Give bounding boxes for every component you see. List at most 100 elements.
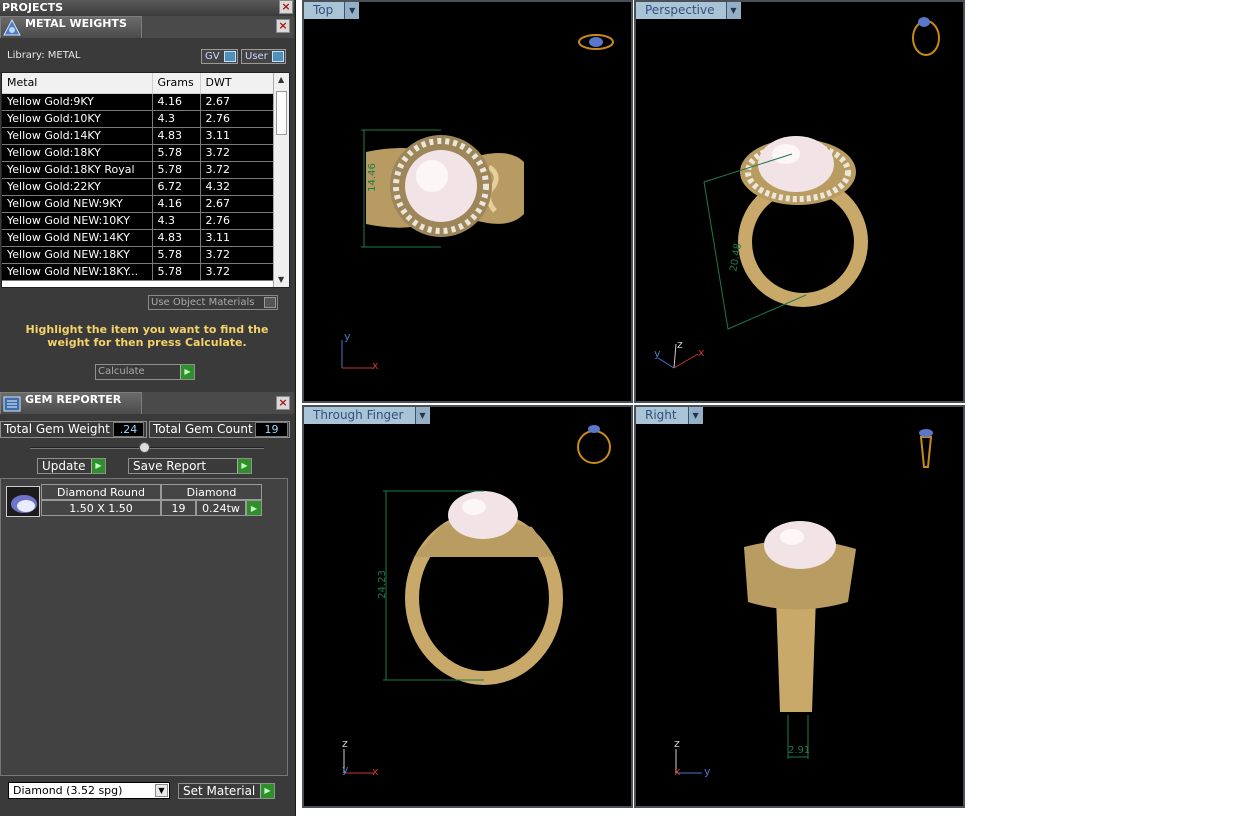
metal-table-row[interactable]: Yellow Gold:22KY 6.72 4.32 — [2, 178, 274, 196]
chevron-down-icon[interactable]: ▼ — [344, 2, 360, 19]
projects-title: PROJECTS — [2, 1, 63, 14]
metal-cell-dwt: 3.11 — [200, 229, 274, 247]
calculate-label: Calculate — [98, 366, 145, 377]
chevron-down-icon[interactable]: ▼ — [725, 2, 741, 19]
gem-slider-handle[interactable] — [139, 442, 150, 453]
metal-cell-grams: 4.3 — [152, 212, 201, 230]
user-toggle[interactable]: User — [241, 49, 286, 64]
scroll-down-icon[interactable]: ▼ — [278, 275, 284, 284]
use-object-materials-checkbox[interactable]: Use Object Materials — [148, 295, 278, 310]
metal-table-scrollbar[interactable]: ▲ ▼ — [273, 73, 289, 287]
set-material-label: Set Material — [183, 784, 256, 798]
gem-count-cell[interactable]: 19 — [161, 500, 196, 516]
metal-table-row[interactable]: Yellow Gold:9KY 4.16 2.67 — [2, 93, 274, 111]
set-material-button[interactable]: Set Material ▶ — [178, 783, 275, 799]
metal-table-row[interactable]: Yellow Gold:14KY 4.83 3.11 — [2, 127, 274, 145]
metal-table-header: Metal Grams DWT — [2, 73, 274, 94]
column-dwt[interactable]: DWT — [200, 73, 274, 94]
metal-cell-metal: Yellow Gold NEW:14KY — [2, 229, 153, 247]
gv-toggle[interactable]: GV — [201, 49, 238, 64]
metal-table-row[interactable]: Yellow Gold NEW:14KY 4.83 3.11 — [2, 229, 274, 247]
viewport-right[interactable]: 2.91 z y x Right ▼ — [634, 405, 965, 808]
gem-shape-cell[interactable]: Diamond Round — [41, 484, 161, 500]
axis-x-label: x — [674, 765, 681, 778]
gem-type-cell[interactable]: Diamond — [161, 484, 262, 500]
metal-table-row[interactable]: Yellow Gold:18KY Royal 5.78 3.72 — [2, 161, 274, 179]
gv-toggle-knob — [224, 51, 236, 62]
projects-titlebar: PROJECTS — [0, 0, 294, 16]
viewport-right-title: Right — [645, 408, 677, 422]
scrollbar-thumb[interactable] — [276, 91, 287, 135]
calculate-button[interactable]: Calculate ▶ — [95, 364, 195, 380]
metal-table-row[interactable]: Yellow Gold:10KY 4.3 2.76 — [2, 110, 274, 128]
gv-toggle-label: GV — [205, 51, 220, 62]
viewport-top-title: Top — [313, 3, 334, 17]
total-gem-count-label: Total Gem Count — [153, 422, 253, 436]
column-grams[interactable]: Grams — [152, 73, 201, 94]
axis-y-label: y — [704, 765, 711, 778]
viewport-perspective-label[interactable]: Perspective ▼ — [636, 2, 741, 19]
axis-y-label: y — [344, 330, 351, 343]
metal-cell-metal: Yellow Gold NEW:9KY — [2, 195, 153, 213]
metal-table-row[interactable]: Yellow Gold NEW:18KY... 5.78 3.72 — [2, 263, 274, 281]
gem-reporter-icon — [3, 396, 21, 412]
calculate-hint: Highlight the item you want to find the … — [25, 323, 269, 349]
viewport-right-label[interactable]: Right ▼ — [636, 407, 703, 424]
close-gem-reporter-button[interactable]: × — [276, 396, 290, 410]
close-metal-weights-button[interactable]: × — [276, 19, 290, 33]
play-icon: ▶ — [260, 784, 274, 798]
viewport-top[interactable]: 14.46 y x Top ▼ — [302, 0, 633, 403]
perspective-ring-icon — [912, 17, 940, 56]
metal-weights-icon — [3, 19, 21, 36]
right-view-ring-icon — [919, 429, 933, 468]
axis-z-label: z — [342, 737, 348, 750]
chevron-down-icon[interactable]: ▼ — [414, 407, 430, 424]
metal-cell-dwt: 3.72 — [200, 263, 274, 281]
viewport-through-finger-label[interactable]: Through Finger ▼ — [304, 407, 430, 424]
gem-go-icon[interactable]: ▶ — [246, 500, 262, 516]
metal-weights-title: METAL WEIGHTS — [25, 17, 127, 30]
axis-x-label: x — [372, 359, 379, 372]
user-toggle-knob — [272, 51, 284, 62]
metal-weights-tab[interactable]: METAL WEIGHTS — [0, 16, 142, 38]
dimension-label: 2.91 — [788, 745, 811, 756]
total-gem-weight-value: .24 — [113, 422, 144, 437]
viewport-through-finger[interactable]: 24.23 z y x Through Finger ▼ — [302, 405, 633, 808]
perspective-view-render — [657, 17, 940, 369]
metal-cell-dwt: 4.32 — [200, 178, 274, 196]
through-finger-ring-icon — [577, 425, 611, 464]
metal-cell-grams: 5.78 — [152, 263, 201, 281]
update-button[interactable]: Update ▶ — [37, 458, 106, 474]
chevron-down-icon[interactable]: ▼ — [687, 407, 703, 424]
dimension-label: 14.46 — [366, 163, 378, 192]
metal-cell-metal: Yellow Gold:22KY — [2, 178, 153, 196]
metal-cell-grams: 5.78 — [152, 161, 201, 179]
axis-y-label: y — [342, 763, 349, 776]
column-metal[interactable]: Metal — [2, 73, 153, 94]
scroll-up-icon[interactable]: ▲ — [278, 75, 284, 84]
gem-size-cell[interactable]: 1.50 X 1.50 — [41, 500, 161, 516]
viewport-top-label[interactable]: Top ▼ — [304, 2, 360, 19]
material-select-value: Diamond (3.52 spg) — [13, 784, 123, 797]
gem-reporter-tab[interactable]: GEM REPORTER — [0, 392, 142, 414]
metal-table-row[interactable]: Yellow Gold NEW:9KY 4.16 2.67 — [2, 195, 274, 213]
metal-weights-header: METAL WEIGHTS — [0, 16, 294, 38]
use-object-materials-box[interactable] — [264, 297, 276, 308]
top-view-render — [341, 34, 614, 369]
metal-table-row[interactable]: Yellow Gold:18KY 5.78 3.72 — [2, 144, 274, 162]
close-projects-button[interactable]: × — [279, 0, 293, 14]
use-object-materials-label: Use Object Materials — [151, 297, 255, 308]
save-report-button[interactable]: Save Report ▶ — [128, 458, 252, 474]
metal-cell-dwt: 3.72 — [200, 161, 274, 179]
metal-table-row[interactable]: Yellow Gold NEW:18KY 5.78 3.72 — [2, 246, 274, 264]
metal-cell-metal: Yellow Gold:14KY — [2, 127, 153, 145]
material-select[interactable]: Diamond (3.52 spg) ▼ — [8, 782, 170, 799]
gem-weight-cell[interactable]: 0.24tw — [196, 500, 246, 516]
viewport-perspective[interactable]: 20.48 z x y Perspective ▼ — [634, 0, 965, 403]
axis-z-label: z — [674, 737, 680, 750]
metal-cell-dwt: 2.67 — [200, 93, 274, 111]
gem-reporter-header: GEM REPORTER — [0, 392, 294, 414]
chevron-down-icon[interactable]: ▼ — [155, 784, 168, 797]
metal-cell-grams: 4.83 — [152, 229, 201, 247]
metal-table-row[interactable]: Yellow Gold NEW:10KY 4.3 2.76 — [2, 212, 274, 230]
